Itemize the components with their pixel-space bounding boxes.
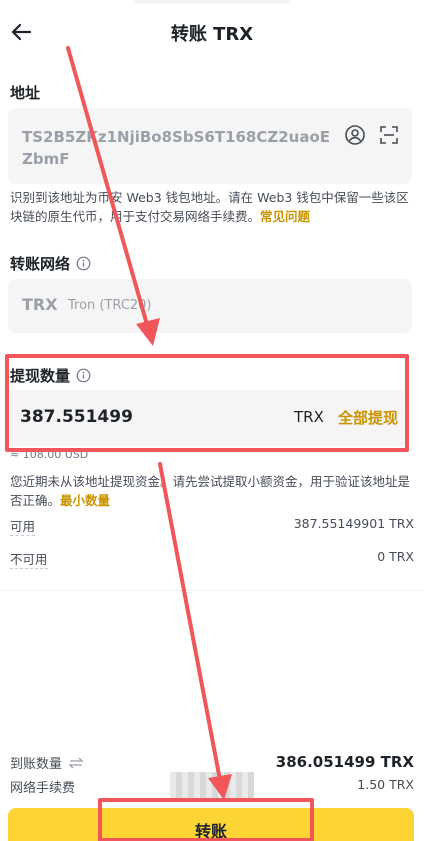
address-note: 识别到该地址为币安 Web3 钱包地址。请在 Web3 钱包中保留一些该区块链的…: [10, 188, 416, 226]
highlight-box-transfer: [98, 798, 314, 841]
info-icon[interactable]: [76, 256, 91, 271]
receive-label: 到账数量: [10, 753, 84, 772]
network-label-text: 转账网络: [10, 255, 71, 273]
amount-note: 您近期未从该地址提现资金。请先尝试提取小额资金，用于验证该地址是否正确。最小数量: [10, 472, 416, 510]
network-sub: Tron (TRC20): [68, 298, 152, 313]
arrow-to-transfer: [158, 462, 232, 800]
balance-row-available: 可用 387.55149901 TRX: [10, 516, 414, 536]
address-input[interactable]: TS2B5ZKz1NjiBo8SbS6T168CZ2uaoEZbmF: [8, 108, 412, 184]
address-note-text: 识别到该地址为币安 Web3 钱包地址。请在 Web3 钱包中保留一些该区块链的…: [10, 190, 409, 224]
highlight-box-amount: [5, 354, 409, 452]
network-main: TRX: [22, 295, 58, 314]
address-book-icon[interactable]: [344, 124, 366, 150]
receive-value: 386.051499 TRX: [275, 753, 414, 771]
divider: [0, 590, 424, 591]
address-label-text: 地址: [10, 84, 41, 102]
address-actions: [344, 124, 400, 150]
address-value: TS2B5ZKz1NjiBo8SbS6T168CZ2uaoEZbmF: [22, 128, 331, 168]
swap-icon[interactable]: [68, 757, 84, 769]
balance-value: 387.55149901 TRX: [293, 516, 414, 531]
min-amount-link[interactable]: 最小数量: [60, 493, 110, 508]
receive-label-text: 到账数量: [10, 757, 63, 772]
balance-label[interactable]: 可用: [10, 516, 36, 536]
balance-label[interactable]: 不可用: [10, 549, 48, 569]
address-label: 地址: [10, 82, 40, 103]
top-bar: 转账 TRX: [0, 0, 424, 64]
balance-row-unavailable: 不可用 0 TRX: [10, 549, 414, 569]
balance-value: 0 TRX: [377, 549, 414, 564]
network-select[interactable]: TRX Tron (TRC20): [8, 279, 412, 333]
fee-value: 1.50 TRX: [357, 777, 414, 792]
blurred-region: [170, 772, 254, 798]
fee-label: 网络手续费: [10, 781, 76, 796]
notch: [134, 0, 290, 4]
faq-link[interactable]: 常见问题: [260, 209, 310, 224]
page-title: 转账 TRX: [170, 24, 254, 45]
scan-icon[interactable]: [378, 124, 400, 150]
network-label: 转账网络: [10, 253, 91, 274]
